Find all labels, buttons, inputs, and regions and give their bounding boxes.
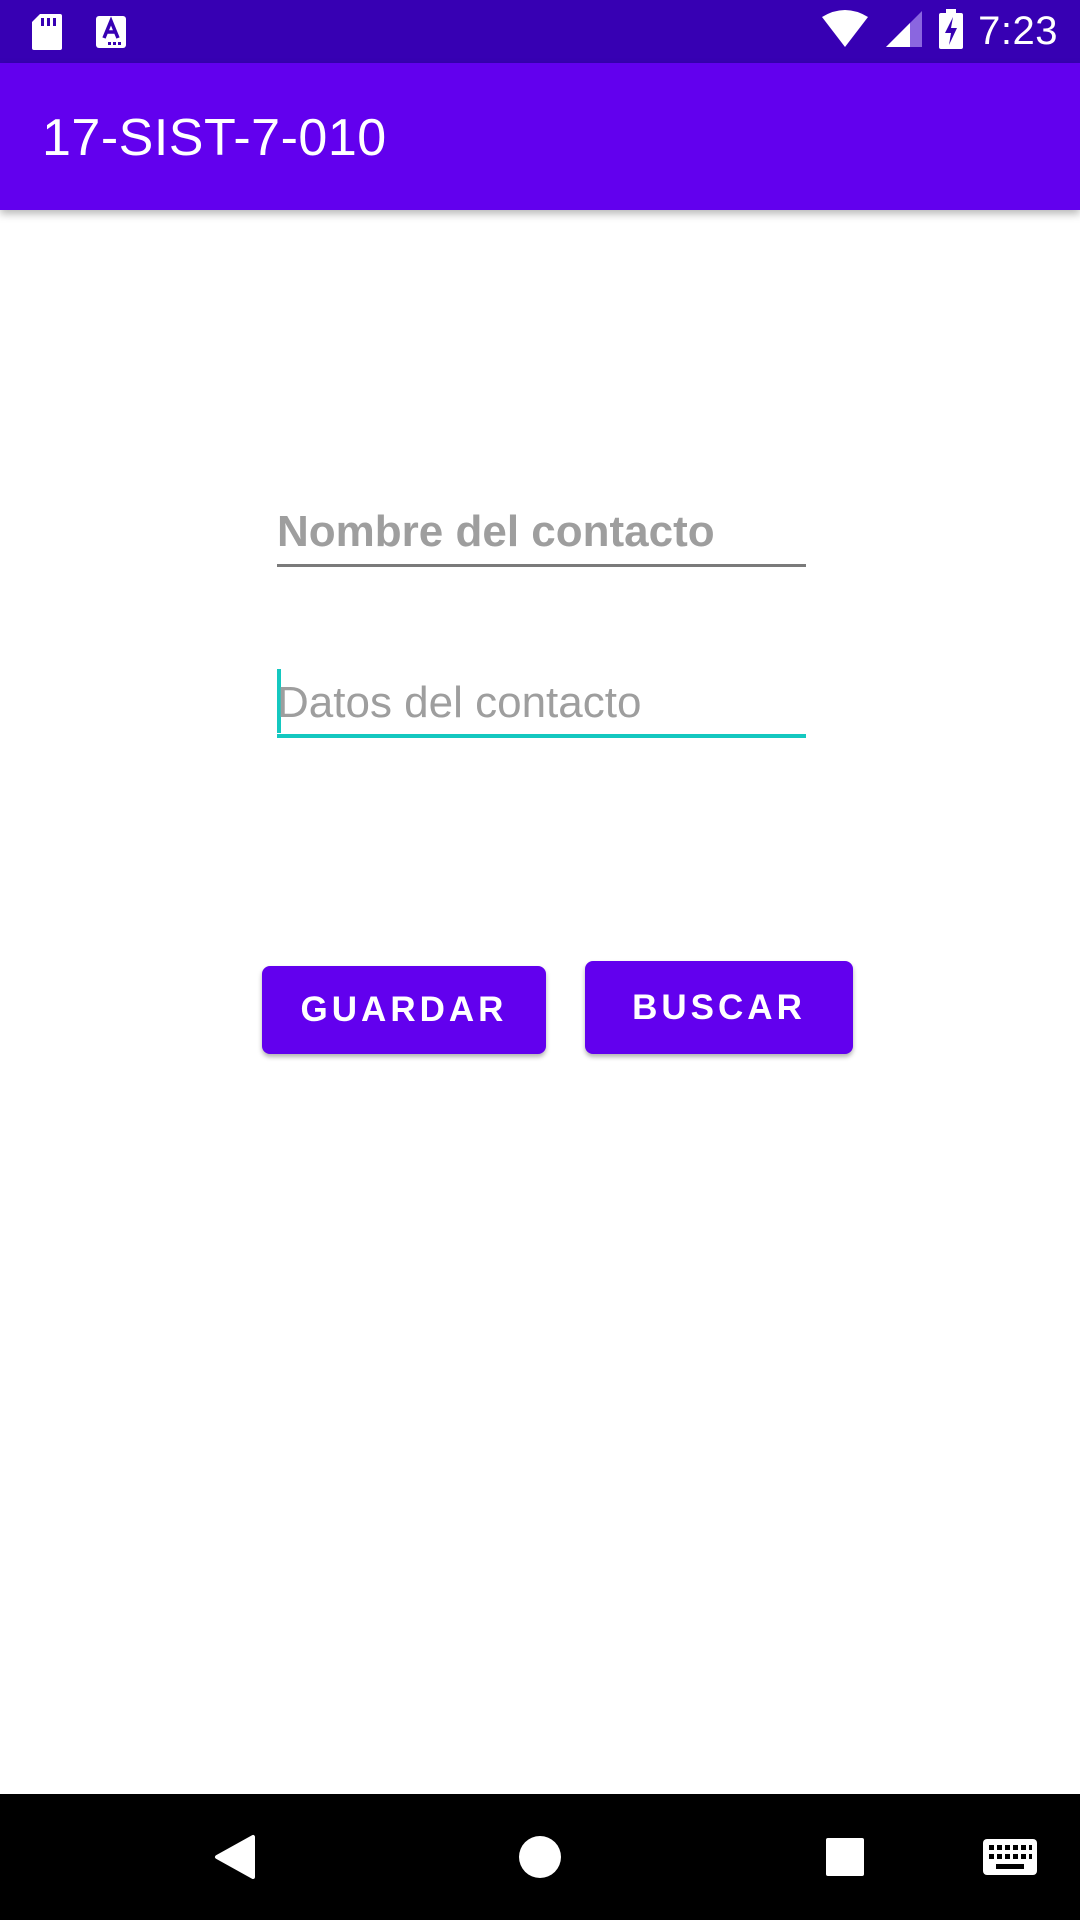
contact-data-placeholder: Datos del contacto	[277, 678, 642, 727]
clock-time: 7:23	[978, 9, 1058, 53]
cell-signal-icon	[884, 9, 924, 54]
contact-data-field[interactable]: Datos del contacto	[277, 668, 806, 738]
battery-charging-icon	[938, 8, 964, 55]
home-icon[interactable]	[505, 1794, 575, 1920]
contact-name-placeholder: Nombre del contacto	[277, 507, 715, 556]
recents-icon[interactable]	[810, 1794, 880, 1920]
keyboard-ime-icon	[94, 12, 128, 57]
wifi-icon	[820, 9, 870, 54]
app-bar: 17-SIST-7-010	[0, 63, 1080, 210]
keyboard-icon[interactable]	[970, 1794, 1050, 1920]
search-button[interactable]: BUSCAR	[585, 961, 853, 1054]
back-icon[interactable]	[200, 1794, 270, 1920]
app-title: 17-SIST-7-010	[42, 109, 387, 167]
status-bar: 7:23	[0, 0, 1080, 63]
save-button[interactable]: GUARDAR	[262, 966, 546, 1054]
contact-name-field[interactable]: Nombre del contacto	[277, 497, 806, 567]
sd-card-icon	[30, 12, 64, 57]
navigation-bar	[0, 1794, 1080, 1920]
